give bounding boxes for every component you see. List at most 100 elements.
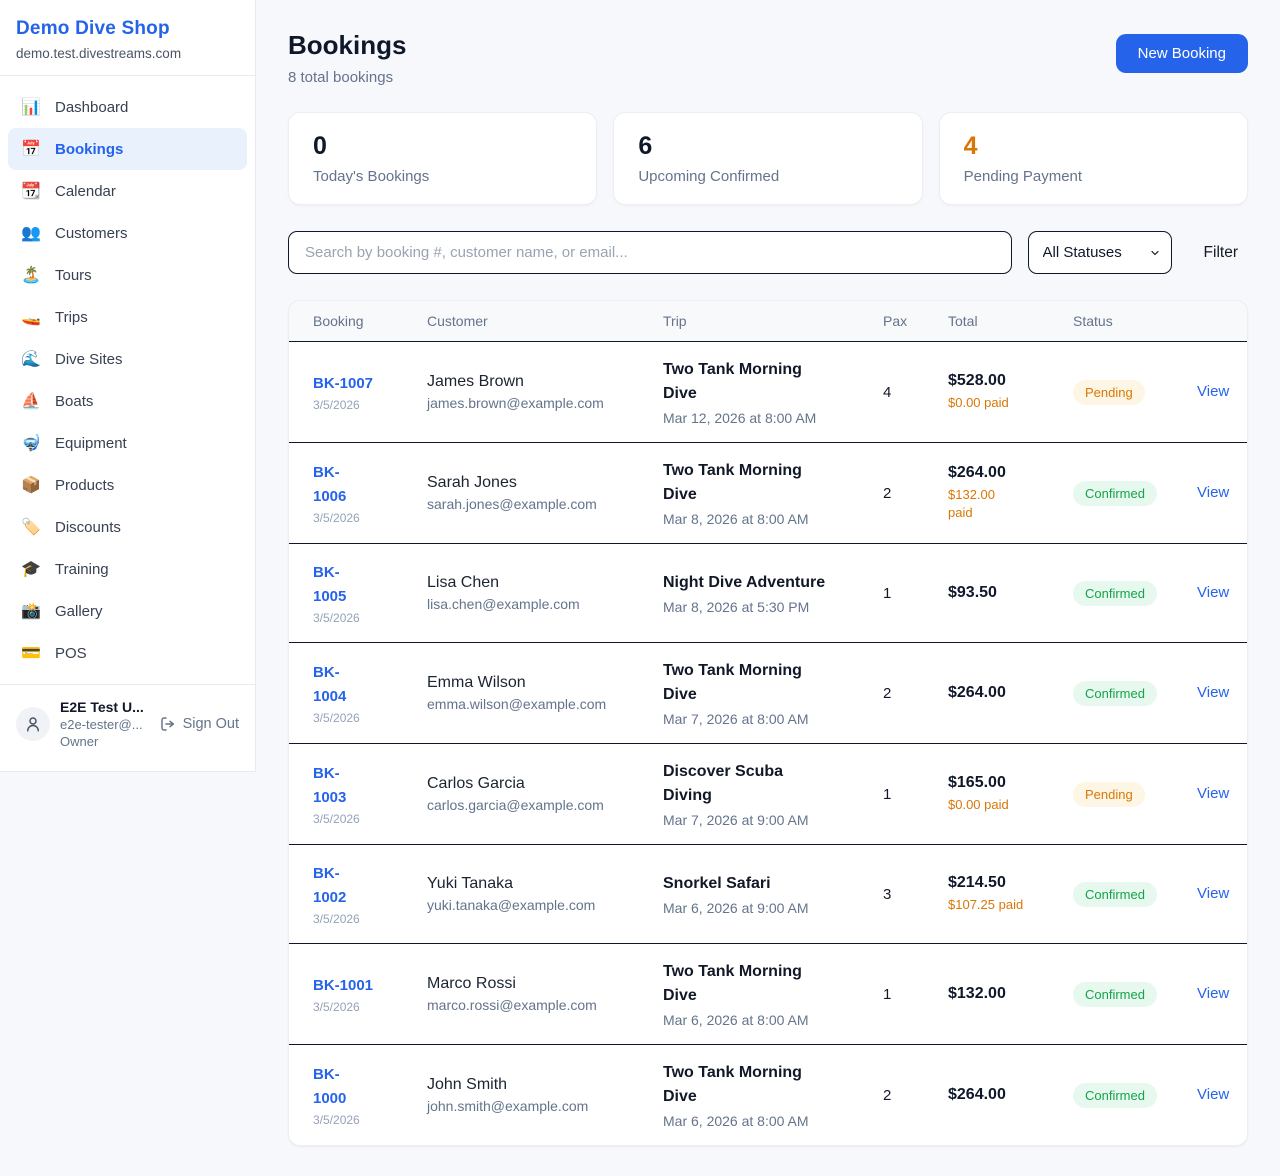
status-select-wrap: All Statuses: [1028, 231, 1172, 274]
table-header-row: Booking Customer Trip Pax Total Status: [289, 301, 1247, 342]
sidebar-item-equipment[interactable]: 🤿 Equipment: [8, 422, 247, 464]
brand-block: Demo Dive Shop demo.test.divestreams.com: [0, 0, 255, 76]
sidebar-item-calendar[interactable]: 📆 Calendar: [8, 170, 247, 212]
trip-name: Two Tank Morning Dive: [663, 1061, 863, 1109]
customer-name: Emma Wilson: [427, 674, 643, 692]
calendar-icon: 📅: [20, 139, 42, 159]
sidebar-item-dashboard[interactable]: 📊 Dashboard: [8, 86, 247, 128]
view-link[interactable]: View: [1193, 484, 1229, 501]
customer-cell: Lisa Chen lisa.chen@example.com: [415, 574, 651, 612]
customer-name: Sarah Jones: [427, 474, 643, 492]
pax-cell: 4: [871, 384, 936, 401]
view-link[interactable]: View: [1193, 684, 1229, 701]
status-cell: Pending: [1061, 380, 1181, 405]
sidebar-item-gallery[interactable]: 📸 Gallery: [8, 590, 247, 632]
view-link[interactable]: View: [1193, 785, 1229, 802]
sidebar-item-label: Products: [55, 477, 114, 494]
status-filter-select[interactable]: All Statuses: [1028, 231, 1172, 274]
total-cell: $264.00: [936, 684, 1061, 702]
customer-name: John Smith: [427, 1076, 643, 1094]
sidebar-item-label: POS: [55, 645, 87, 662]
sidebar-item-label: Equipment: [55, 435, 127, 452]
sidebar-user-footer: E2E Test U... e2e-tester@... Owner Sign …: [0, 684, 255, 771]
column-header-trip: Trip: [651, 301, 871, 341]
view-link[interactable]: View: [1193, 985, 1229, 1002]
booking-cell: BK- 1003 3/5/2026: [289, 762, 415, 826]
paid-amount: $132.00 paid: [948, 486, 1053, 522]
bookings-table: Booking Customer Trip Pax Total Status B…: [288, 300, 1248, 1146]
sidebar-item-discounts[interactable]: 🏷️ Discounts: [8, 506, 247, 548]
booking-id-link[interactable]: BK-1001: [313, 974, 373, 997]
booking-id-link[interactable]: BK- 1003: [313, 762, 346, 809]
trip-cell: Two Tank Morning Dive Mar 6, 2026 at 8:0…: [651, 1061, 871, 1129]
customer-email: sarah.jones@example.com: [427, 496, 643, 512]
booking-id-link[interactable]: BK- 1006: [313, 461, 346, 508]
booking-id-link[interactable]: BK-1007: [313, 372, 373, 395]
view-link[interactable]: View: [1193, 1086, 1229, 1103]
customer-email: lisa.chen@example.com: [427, 596, 643, 612]
sidebar: Demo Dive Shop demo.test.divestreams.com…: [0, 0, 256, 772]
sidebar-item-tours[interactable]: 🏝️ Tours: [8, 254, 247, 296]
sidebar-item-pos[interactable]: 💳 POS: [8, 632, 247, 674]
status-badge: Confirmed: [1073, 681, 1157, 706]
filter-button[interactable]: Filter: [1204, 244, 1238, 262]
booking-id-link[interactable]: BK- 1005: [313, 561, 346, 608]
view-link[interactable]: View: [1193, 885, 1229, 902]
stat-value: 6: [638, 132, 897, 161]
pax-cell: 2: [871, 485, 936, 502]
customer-name: James Brown: [427, 373, 643, 391]
booking-id-link[interactable]: BK- 1004: [313, 661, 346, 708]
pax-cell: 3: [871, 886, 936, 903]
actions-cell: View: [1181, 684, 1247, 702]
view-link[interactable]: View: [1193, 383, 1229, 400]
sidebar-item-trips[interactable]: 🚤 Trips: [8, 296, 247, 338]
status-cell: Confirmed: [1061, 982, 1181, 1007]
customer-cell: Yuki Tanaka yuki.tanaka@example.com: [415, 875, 651, 913]
sidebar-item-dive-sites[interactable]: 🌊 Dive Sites: [8, 338, 247, 380]
customer-email: yuki.tanaka@example.com: [427, 897, 643, 913]
total-amount: $93.50: [948, 584, 1053, 602]
sidebar-item-customers[interactable]: 👥 Customers: [8, 212, 247, 254]
tag-icon: 🏷️: [20, 517, 42, 537]
table-row: BK- 1004 3/5/2026 Emma Wilson emma.wilso…: [289, 643, 1247, 744]
trip-cell: Two Tank Morning Dive Mar 7, 2026 at 8:0…: [651, 659, 871, 727]
trip-name: Two Tank Morning Dive: [663, 459, 863, 507]
booking-cell: BK- 1006 3/5/2026: [289, 461, 415, 525]
sidebar-item-label: Gallery: [55, 603, 103, 620]
total-cell: $264.00 $132.00 paid: [936, 464, 1061, 522]
user-info: E2E Test U... e2e-tester@... Owner: [60, 699, 150, 749]
booking-date: 3/5/2026: [313, 711, 407, 725]
sidebar-item-bookings[interactable]: 📅 Bookings: [8, 128, 247, 170]
column-header-actions: [1181, 309, 1247, 333]
new-booking-button[interactable]: New Booking: [1116, 34, 1248, 73]
trip-name: Snorkel Safari: [663, 872, 863, 896]
booking-id-link[interactable]: BK- 1002: [313, 862, 346, 909]
search-input[interactable]: [288, 231, 1012, 274]
sidebar-item-label: Customers: [55, 225, 128, 242]
status-badge: Confirmed: [1073, 982, 1157, 1007]
trip-date: Mar 6, 2026 at 8:00 AM: [663, 1012, 863, 1028]
status-badge: Confirmed: [1073, 882, 1157, 907]
booking-date: 3/5/2026: [313, 812, 407, 826]
booking-cell: BK-1007 3/5/2026: [289, 372, 415, 412]
page-header: Bookings 8 total bookings New Booking: [288, 30, 1248, 86]
sidebar-item-training[interactable]: 🎓 Training: [8, 548, 247, 590]
sidebar-item-products[interactable]: 📦 Products: [8, 464, 247, 506]
credit-card-icon: 💳: [20, 643, 42, 663]
graduation-cap-icon: 🎓: [20, 559, 42, 579]
view-link[interactable]: View: [1193, 584, 1229, 601]
sign-out-button[interactable]: Sign Out: [160, 716, 239, 732]
sidebar-item-label: Dive Sites: [55, 351, 123, 368]
bar-chart-icon: 📊: [20, 97, 42, 117]
total-cell: $132.00: [936, 985, 1061, 1003]
booking-id-link[interactable]: BK- 1000: [313, 1063, 346, 1110]
customer-name: Lisa Chen: [427, 574, 643, 592]
trip-cell: Discover Scuba Diving Mar 7, 2026 at 9:0…: [651, 760, 871, 828]
total-amount: $264.00: [948, 1086, 1053, 1104]
trip-name: Two Tank Morning Dive: [663, 659, 863, 707]
trip-cell: Two Tank Morning Dive Mar 6, 2026 at 8:0…: [651, 960, 871, 1028]
pax-cell: 1: [871, 986, 936, 1003]
sidebar-item-boats[interactable]: ⛵ Boats: [8, 380, 247, 422]
page-title: Bookings: [288, 30, 406, 61]
pax-cell: 1: [871, 786, 936, 803]
